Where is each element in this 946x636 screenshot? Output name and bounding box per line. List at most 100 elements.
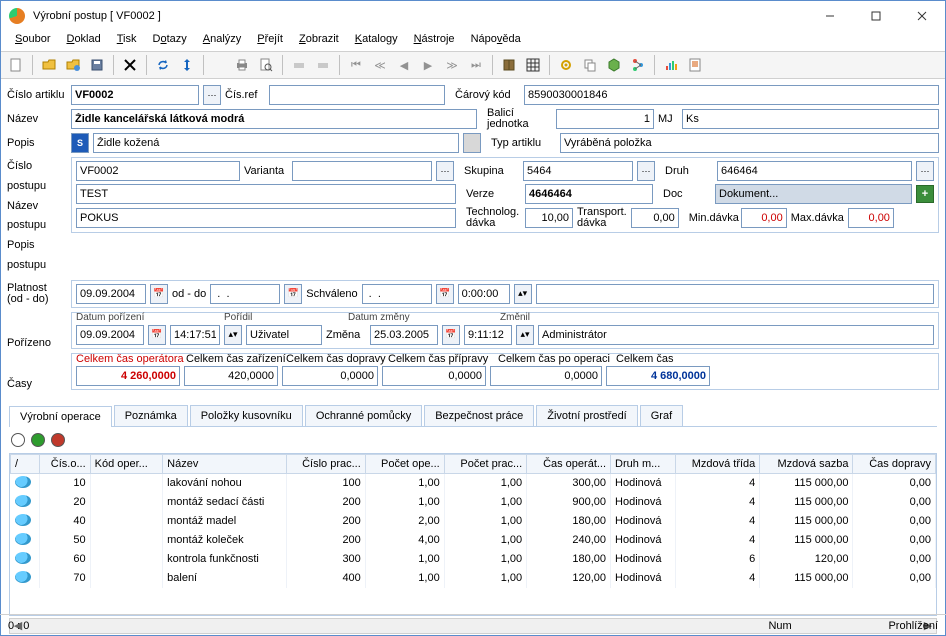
nextpage-icon[interactable]: ≫ [441, 54, 463, 76]
platnost-od-input[interactable] [76, 284, 146, 304]
menu-nastroje[interactable]: Nástroje [406, 31, 463, 51]
varianta-lookup-icon[interactable]: ⋯ [436, 161, 454, 181]
col-header[interactable]: Mzdová sazba [760, 454, 853, 473]
prev-icon[interactable]: ◀ [393, 54, 415, 76]
datum-zm-input[interactable] [370, 325, 438, 345]
doc-button[interactable]: Dokument... [715, 184, 912, 204]
verze-input[interactable] [525, 184, 653, 204]
skupina-input[interactable] [523, 161, 633, 181]
schvaleno-extra-input[interactable] [536, 284, 934, 304]
col-header[interactable]: Číslo prac... [286, 454, 365, 473]
carovy-kod-input[interactable] [524, 85, 939, 105]
cas-operator-input[interactable] [76, 366, 180, 386]
cislo-artiklu-lookup-icon[interactable]: ⋯ [203, 85, 221, 105]
dot-white-icon[interactable] [11, 433, 25, 447]
cas-por-input[interactable] [170, 325, 220, 345]
druh-input[interactable] [717, 161, 912, 181]
tab-poznamka[interactable]: Poznámka [114, 405, 188, 426]
chart-icon[interactable] [660, 54, 682, 76]
delete-icon[interactable] [119, 54, 141, 76]
col-header[interactable]: Název [163, 454, 287, 473]
open2-icon[interactable] [62, 54, 84, 76]
varianta-input[interactable] [292, 161, 432, 181]
col-header[interactable]: Čas operát... [527, 454, 611, 473]
druh-lookup-icon[interactable]: ⋯ [916, 161, 934, 181]
schvaleno-cas-spin-icon[interactable]: ▴▾ [514, 284, 532, 304]
menu-soubor[interactable]: Soubor [7, 31, 58, 51]
operations-grid[interactable]: /Čís.o...Kód oper...NázevČíslo prac...Po… [9, 453, 937, 616]
schvaleno-cas-input[interactable] [458, 284, 510, 304]
tab-zivotni-prostredi[interactable]: Životní prostředí [536, 405, 637, 426]
first-icon[interactable]: ⏮ [345, 54, 367, 76]
col-header[interactable]: Druh m... [611, 454, 676, 473]
print3-icon[interactable] [312, 54, 334, 76]
nazev-postupu-input[interactable] [76, 184, 456, 204]
last-icon[interactable]: ⏭ [465, 54, 487, 76]
col-header[interactable]: Počet prac... [444, 454, 526, 473]
popis-s-icon[interactable]: S [71, 133, 89, 153]
refresh-icon[interactable] [152, 54, 174, 76]
col-header[interactable]: Mzdová třída [675, 454, 760, 473]
skupina-lookup-icon[interactable]: ⋯ [637, 161, 655, 181]
popis-postupu-input[interactable] [76, 208, 456, 228]
mj-input[interactable] [682, 109, 939, 129]
table-row[interactable]: 70balení4001,001,00120,00Hodinová4115 00… [11, 569, 936, 588]
transport-input[interactable] [631, 208, 679, 228]
menu-katalogy[interactable]: Katalogy [347, 31, 406, 51]
platnost-do-cal-icon[interactable]: 📅 [284, 284, 302, 304]
schvaleno-input[interactable] [362, 284, 432, 304]
table-row[interactable]: 10lakování nohou1001,001,00300,00Hodinov… [11, 473, 936, 493]
min-davka-input[interactable] [741, 208, 787, 228]
print-icon[interactable] [231, 54, 253, 76]
cislo-artiklu-input[interactable] [71, 85, 199, 105]
datum-por-cal-icon[interactable]: 📅 [148, 325, 166, 345]
tab-vyrobni-operace[interactable]: Výrobní operace [9, 406, 112, 427]
max-davka-input[interactable] [848, 208, 894, 228]
balici-input[interactable] [556, 109, 654, 129]
menu-tisk[interactable]: Tisk [109, 31, 145, 51]
tab-polozky-kusovniku[interactable]: Položky kusovníku [190, 405, 303, 426]
book-icon[interactable] [498, 54, 520, 76]
cas-por-spin-icon[interactable]: ▴▾ [224, 325, 242, 345]
table-row[interactable]: 40montáž madel2002,001,00180,00Hodinová4… [11, 512, 936, 531]
col-header[interactable]: Počet ope... [365, 454, 444, 473]
dot-green-icon[interactable] [31, 433, 45, 447]
poridil-input[interactable] [246, 325, 322, 345]
technolog-input[interactable] [525, 208, 573, 228]
sync-icon[interactable] [176, 54, 198, 76]
tab-ochranne-pomucky[interactable]: Ochranné pomůcky [305, 405, 422, 426]
cas-zarizeni-input[interactable] [184, 366, 278, 386]
cas-pooperaci-input[interactable] [490, 366, 602, 386]
cislo-postupu-input[interactable] [76, 161, 240, 181]
cube-icon[interactable] [603, 54, 625, 76]
cas-zm-spin-icon[interactable]: ▴▾ [516, 325, 534, 345]
print2-icon[interactable] [288, 54, 310, 76]
datum-por-input[interactable] [76, 325, 144, 345]
tree-icon[interactable] [627, 54, 649, 76]
col-header[interactable]: Čís.o... [39, 454, 90, 473]
popis-btn-icon[interactable] [463, 133, 481, 153]
menu-zobrazit[interactable]: Zobrazit [291, 31, 347, 51]
maximize-button[interactable] [853, 1, 899, 31]
table-row[interactable]: 20montáž sedací části2001,001,00900,00Ho… [11, 493, 936, 512]
nazev-input[interactable] [71, 109, 477, 129]
col-header[interactable]: Čas dopravy [853, 454, 936, 473]
datum-zm-cal-icon[interactable]: 📅 [442, 325, 460, 345]
close-button[interactable] [899, 1, 945, 31]
cas-celkem-input[interactable] [606, 366, 710, 386]
grid-icon[interactable] [522, 54, 544, 76]
platnost-do-input[interactable] [210, 284, 280, 304]
platnost-od-cal-icon[interactable]: 📅 [150, 284, 168, 304]
cas-dopravy-input[interactable] [282, 366, 378, 386]
menu-napoveda[interactable]: Nápověda [463, 31, 529, 51]
popis-input[interactable] [93, 133, 459, 153]
menu-dotazy[interactable]: Dotazy [145, 31, 195, 51]
table-row[interactable]: 50montáž koleček2004,001,00240,00Hodinov… [11, 531, 936, 550]
open-icon[interactable] [38, 54, 60, 76]
typ-artiklu-input[interactable] [560, 133, 939, 153]
table-row[interactable]: 60kontrola funkčnosti3001,001,00180,00Ho… [11, 550, 936, 569]
tab-bezpecnost-prace[interactable]: Bezpečnost práce [424, 405, 534, 426]
col-header[interactable]: Kód oper... [90, 454, 163, 473]
dot-red-icon[interactable] [51, 433, 65, 447]
schvaleno-cal-icon[interactable]: 📅 [436, 284, 454, 304]
